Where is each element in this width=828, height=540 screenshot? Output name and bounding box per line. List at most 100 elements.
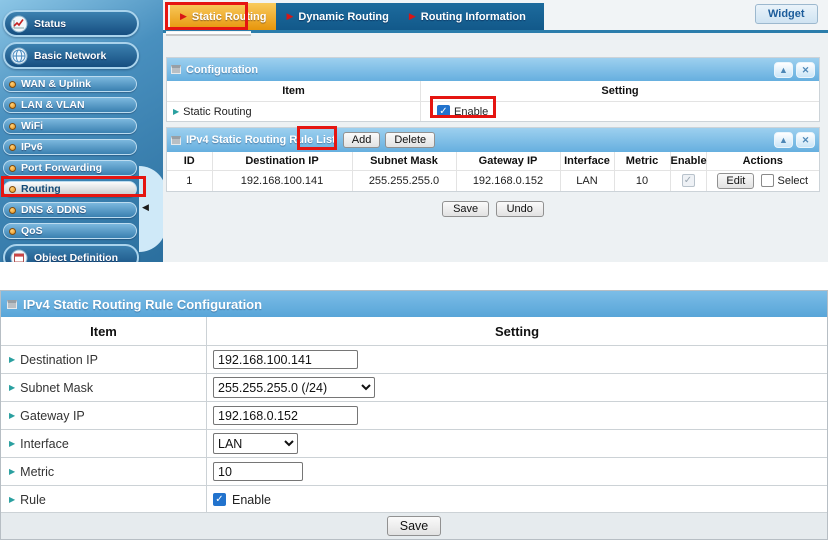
- item-arrow-icon: ▶: [9, 355, 15, 364]
- metric-input[interactable]: [213, 462, 303, 481]
- panel-close-button[interactable]: ✕: [796, 62, 815, 78]
- metric-row: ▶ Metric: [1, 457, 827, 485]
- rule-row: ▶ Rule ✓ Enable: [1, 485, 827, 513]
- sidebar-item-label: WAN & Uplink: [21, 78, 91, 90]
- collapse-left-icon[interactable]: ◀: [142, 202, 149, 213]
- rule-list-table: ID Destination IP Subnet Mask Gateway IP…: [167, 152, 819, 191]
- window-icon: [7, 300, 17, 309]
- select-checkbox[interactable]: [761, 174, 774, 187]
- tab-label: Static Routing: [192, 11, 267, 23]
- sidebar-item-label: WiFi: [21, 120, 43, 132]
- bullet-icon: [9, 186, 16, 193]
- sidebar-item-object-definition[interactable]: Object Definition: [3, 244, 139, 262]
- edit-button[interactable]: Edit: [717, 173, 754, 189]
- gateway-ip-input[interactable]: [213, 406, 358, 425]
- item-arrow-icon: ▶: [173, 107, 179, 116]
- main-content: ▶ Static Routing ▶ Dynamic Routing ▶ Rou…: [163, 0, 828, 262]
- sidebar-item-basic-network[interactable]: Basic Network: [3, 42, 139, 69]
- sidebar-item-status[interactable]: Status: [3, 10, 139, 37]
- row-label: Metric: [20, 465, 54, 479]
- tabbar: ▶ Static Routing ▶ Dynamic Routing ▶ Rou…: [170, 3, 544, 30]
- sidebar-item-label: IPv6: [21, 141, 43, 153]
- bullet-icon: [9, 228, 16, 235]
- table-header-row: Item Setting: [167, 81, 819, 101]
- sidebar-item-routing[interactable]: Routing: [3, 181, 137, 197]
- sidebar-item-label: QoS: [21, 225, 43, 237]
- interface-select[interactable]: LAN: [213, 433, 298, 454]
- sidebar-item-label: Object Definition: [34, 252, 118, 263]
- bullet-icon: [9, 123, 16, 130]
- tab-label: Dynamic Routing: [298, 11, 388, 23]
- cell-gateway-ip: 192.168.0.152: [456, 170, 560, 191]
- status-chart-icon: [10, 15, 28, 33]
- rule-enable-checkbox[interactable]: ✓: [213, 493, 226, 506]
- panel-title: Configuration: [186, 64, 258, 76]
- sidebar-item-dns-ddns[interactable]: DNS & DDNS: [3, 202, 137, 218]
- sidebar-item-label: LAN & VLAN: [21, 99, 85, 111]
- row-label: Subnet Mask: [20, 381, 93, 395]
- sidebar-item-qos[interactable]: QoS: [3, 223, 137, 239]
- column-header: ID: [167, 152, 212, 170]
- panel-close-button[interactable]: ✕: [796, 132, 815, 148]
- enable-label: Enable: [232, 493, 271, 507]
- delete-button[interactable]: Delete: [385, 132, 435, 148]
- row-label: Rule: [20, 493, 46, 507]
- sidebar-item-label: DNS & DDNS: [21, 204, 86, 216]
- tab-arrow-icon: ▶: [180, 11, 187, 22]
- add-button[interactable]: Add: [343, 132, 381, 148]
- sidebar-collapse-handle[interactable]: ◀: [139, 166, 166, 252]
- sidebar-item-wan-uplink[interactable]: WAN & Uplink: [3, 76, 137, 92]
- save-button[interactable]: Save: [387, 516, 442, 536]
- subnet-mask-select[interactable]: 255.255.255.0 (/24): [213, 377, 375, 398]
- column-header: Interface: [560, 152, 614, 170]
- save-button[interactable]: Save: [442, 201, 489, 217]
- sidebar-item-label: Port Forwarding: [21, 162, 102, 174]
- rule-enable-checkbox: ✓: [682, 174, 695, 187]
- tab-dynamic-routing[interactable]: ▶ Dynamic Routing: [276, 3, 398, 30]
- item-arrow-icon: ▶: [9, 467, 15, 476]
- rule-list-panel-header: IPv4 Static Routing Rule List Add Delete…: [167, 128, 819, 152]
- destination-ip-row: ▶ Destination IP: [1, 345, 827, 373]
- cell-id: 1: [167, 170, 212, 191]
- globe-icon: [10, 47, 28, 65]
- sidebar-item-label: Basic Network: [34, 50, 106, 62]
- column-header: Metric: [614, 152, 670, 170]
- row-label: Gateway IP: [20, 409, 85, 423]
- bullet-icon: [9, 165, 16, 172]
- sidebar-item-wifi[interactable]: WiFi: [3, 118, 137, 134]
- panel-collapse-button[interactable]: ▲: [774, 62, 793, 78]
- sidebar-item-lan-vlan[interactable]: LAN & VLAN: [3, 97, 137, 113]
- tab-label: Routing Information: [421, 11, 526, 23]
- undo-button[interactable]: Undo: [496, 201, 544, 217]
- tab-arrow-icon: ▶: [286, 11, 293, 22]
- panel-title: IPv4 Static Routing Rule List: [186, 134, 336, 146]
- form-footer: Save: [1, 512, 827, 539]
- column-header-item: Item: [1, 317, 207, 345]
- enable-label: Enable: [454, 106, 488, 118]
- tab-static-routing[interactable]: ▶ Static Routing: [170, 3, 276, 30]
- configuration-panel-header: Configuration ▲ ✕: [167, 58, 819, 81]
- tab-routing-information[interactable]: ▶ Routing Information: [399, 3, 536, 30]
- cell-metric: 10: [614, 170, 670, 191]
- panel-collapse-button[interactable]: ▲: [774, 132, 793, 148]
- column-header-setting: Setting: [421, 81, 819, 101]
- sidebar-item-port-forwarding[interactable]: Port Forwarding: [3, 160, 137, 176]
- item-arrow-icon: ▶: [9, 439, 15, 448]
- sidebar-item-ipv6[interactable]: IPv6: [3, 139, 137, 155]
- tab-arrow-icon: ▶: [409, 11, 416, 22]
- column-header: Actions: [706, 152, 819, 170]
- divider: [163, 30, 828, 33]
- panel-title: IPv4 Static Routing Rule Configuration: [23, 297, 262, 312]
- destination-ip-input[interactable]: [213, 350, 358, 369]
- router-ui-screenshot: Status Basic Network WAN & Uplink LAN & …: [0, 0, 828, 262]
- static-routing-row: ▶ Static Routing ✓ Enable: [167, 101, 819, 121]
- bullet-icon: [9, 207, 16, 214]
- row-label: Static Routing: [183, 106, 251, 118]
- rule-list-panel: IPv4 Static Routing Rule List Add Delete…: [166, 127, 820, 192]
- widget-button[interactable]: Widget: [755, 4, 818, 24]
- table-header-row: ID Destination IP Subnet Mask Gateway IP…: [167, 152, 819, 170]
- static-routing-enable-checkbox[interactable]: ✓: [437, 105, 450, 118]
- cell-destination-ip: 192.168.100.141: [212, 170, 352, 191]
- form-actions: Save Undo: [166, 199, 820, 217]
- rule-configuration-panel: IPv4 Static Routing Rule Configuration I…: [0, 290, 828, 540]
